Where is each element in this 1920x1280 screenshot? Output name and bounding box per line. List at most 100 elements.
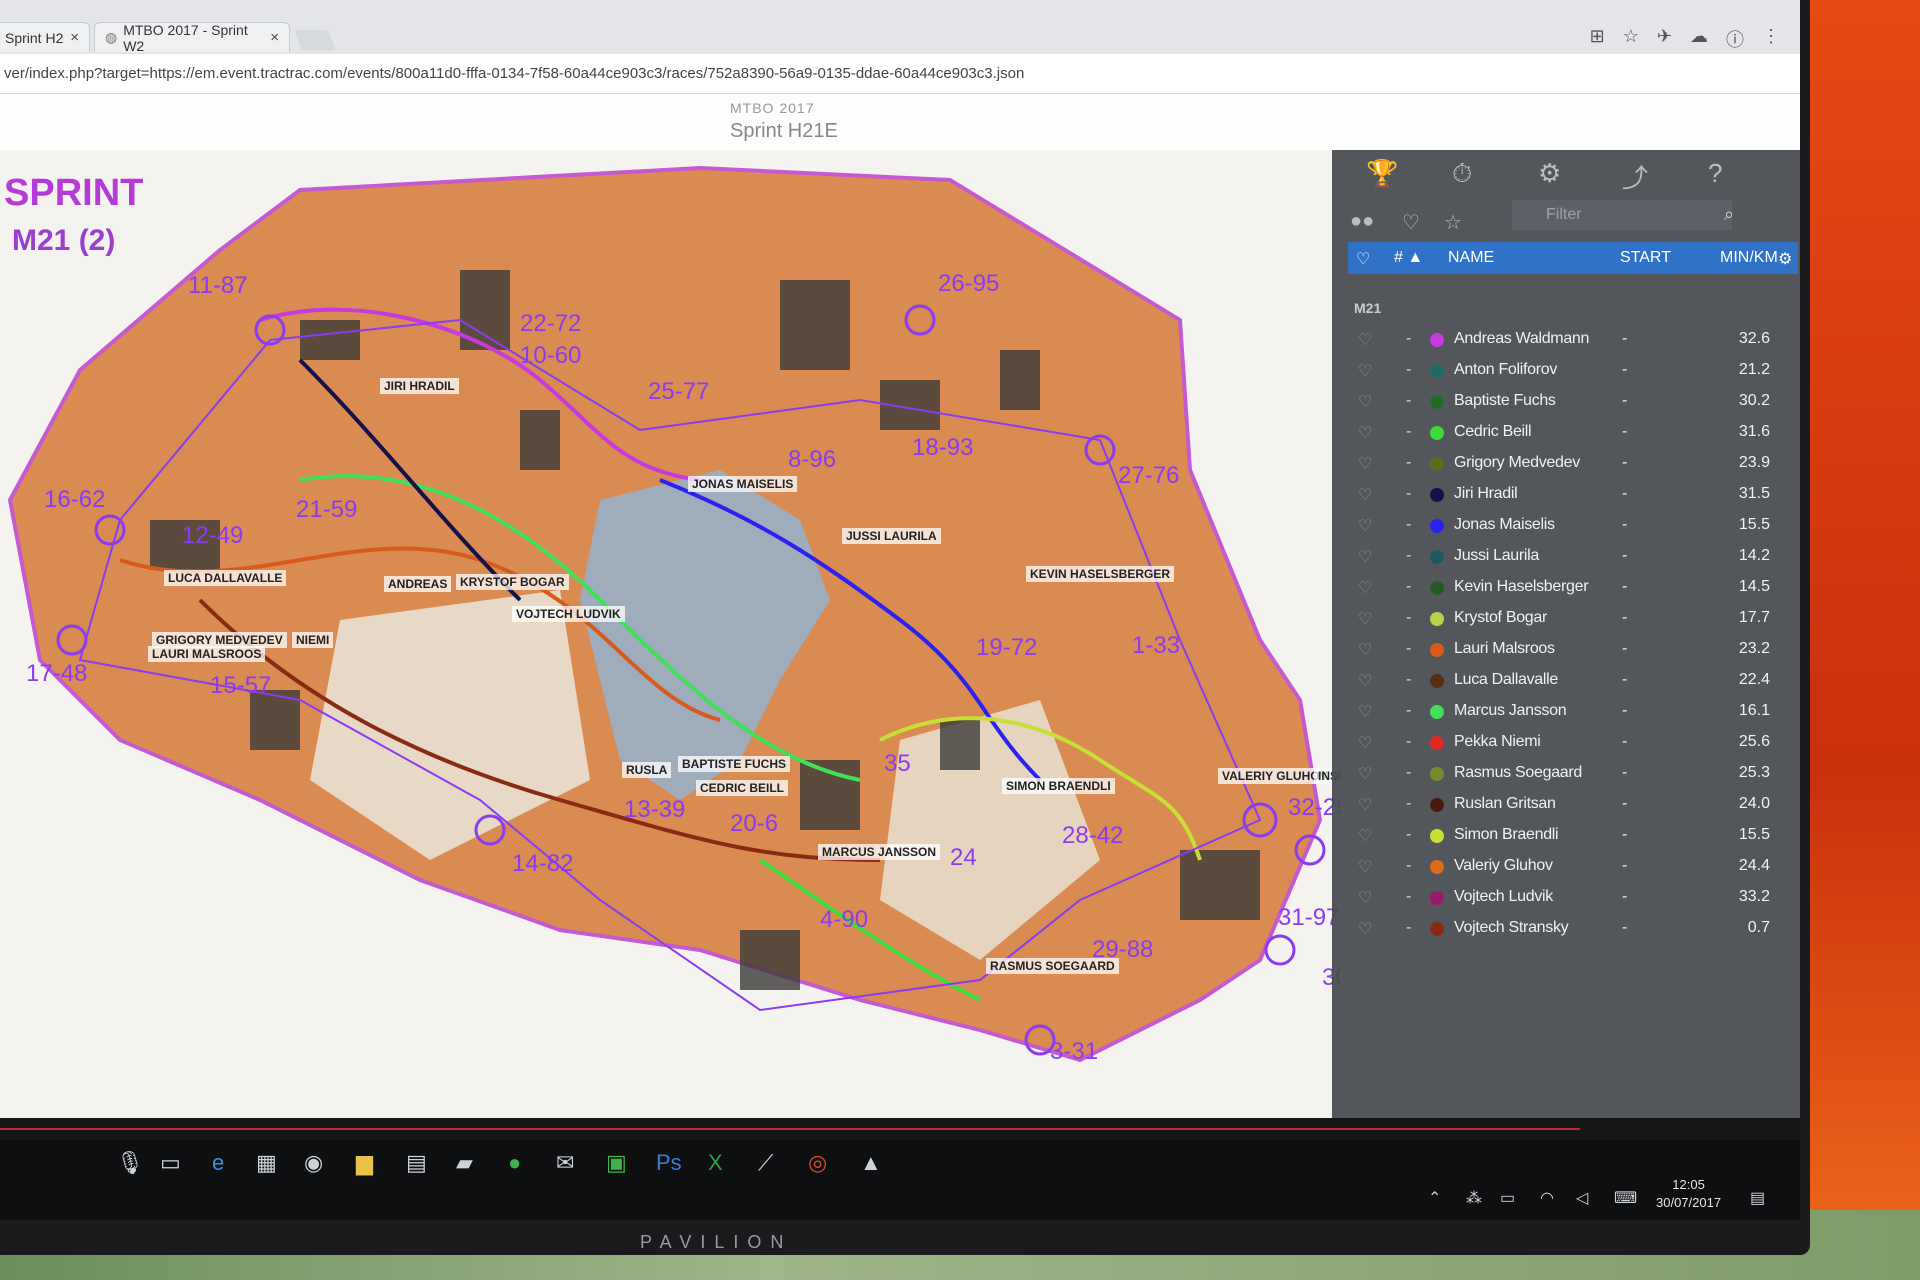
address-bar[interactable]: ver/index.php?target=https://em.event.tr… <box>0 54 1800 94</box>
runner-row[interactable]: ♡ - Jussi Laurila - 14.2 <box>1348 543 1798 573</box>
menu-icon[interactable]: ⋮ <box>1762 26 1780 52</box>
network-tray-icon[interactable]: ⁂ <box>1466 1188 1482 1208</box>
share-icon[interactable]: ⤴ <box>1622 158 1648 195</box>
star-icon[interactable]: ☆ <box>1444 210 1462 235</box>
battery-icon[interactable]: ▭ <box>1500 1188 1515 1208</box>
filter-input[interactable]: Filter <box>1512 200 1732 230</box>
runner-label[interactable]: KRYSTOF BOGAR <box>456 574 569 590</box>
favorite-heart-icon[interactable]: ♡ <box>1358 919 1372 939</box>
runner-label[interactable]: MARCUS JANSSON <box>818 844 941 860</box>
column-header-name[interactable]: NAME <box>1448 249 1494 267</box>
favorite-heart-icon[interactable]: ♡ <box>1358 423 1372 443</box>
orienteering-map[interactable]: 11-87 22-72 10-60 26-95 25-77 8-96 18-93… <box>0 150 1340 1118</box>
chevron-up-icon[interactable]: ⌃ <box>1428 1188 1441 1208</box>
notification-icon[interactable]: ▤ <box>1750 1188 1765 1208</box>
search-icon[interactable]: ⌕ <box>1724 204 1734 225</box>
favorite-heart-icon[interactable]: ♡ <box>1358 547 1372 567</box>
favorite-heart-icon[interactable]: ♡ <box>1358 795 1372 815</box>
calculator-icon[interactable]: ▤ <box>406 1150 427 1176</box>
close-icon[interactable]: × <box>70 29 79 46</box>
favorite-heart-icon[interactable]: ♡ <box>1358 609 1372 629</box>
runner-row[interactable]: ♡ - Kevin Haselsberger - 14.5 <box>1348 574 1798 604</box>
star-icon[interactable]: ☆ <box>1623 26 1639 52</box>
favorite-heart-icon[interactable]: ♡ <box>1358 857 1372 877</box>
favorite-heart-icon[interactable]: ♡ <box>1358 454 1372 474</box>
runner-label[interactable]: RASMUS SOEGAARD <box>986 958 1119 974</box>
system-clock[interactable]: 12:05 30/07/2017 <box>1656 1176 1721 1212</box>
stopwatch-icon[interactable]: ⏱ <box>1452 158 1472 190</box>
gear-icon[interactable]: ⚙ <box>1538 158 1561 189</box>
runner-row[interactable]: ♡ - Pekka Niemi - 25.6 <box>1348 729 1798 759</box>
settings-icon[interactable]: ⚙ <box>1778 249 1792 269</box>
replay-timeline[interactable] <box>0 1118 1800 1140</box>
help-icon[interactable]: ? <box>1708 158 1722 189</box>
edge-icon[interactable]: e <box>212 1150 224 1176</box>
favorite-heart-icon[interactable]: ♡ <box>1358 485 1372 505</box>
runner-row[interactable]: ♡ - Vojtech Stransky - 0.7 <box>1348 915 1798 945</box>
microphone-icon[interactable]: 🎙 <box>116 1150 144 1176</box>
heart-icon[interactable]: ♡ <box>1402 210 1420 235</box>
favorite-heart-icon[interactable]: ♡ <box>1358 392 1372 412</box>
toggle-icon[interactable]: ●● <box>1350 210 1374 233</box>
runner-label[interactable]: NIEMI <box>292 632 334 648</box>
browser-tab-sprint-w2[interactable]: ◍ MTBO 2017 - Sprint W2 × <box>94 22 290 54</box>
translate-icon[interactable]: ⊞ <box>1590 26 1605 52</box>
runner-row[interactable]: ♡ - Anton Foliforov - 21.2 <box>1348 357 1798 387</box>
runner-row[interactable]: ♡ - Baptiste Fuchs - 30.2 <box>1348 388 1798 418</box>
photos-icon[interactable]: ▲ <box>860 1150 882 1176</box>
runner-row[interactable]: ♡ - Ruslan Gritsan - 24.0 <box>1348 791 1798 821</box>
calendar-icon[interactable]: ▦ <box>256 1150 277 1176</box>
mail-icon[interactable]: ✉ <box>556 1150 574 1176</box>
runner-row[interactable]: ♡ - Vojtech Ludvik - 33.2 <box>1348 884 1798 914</box>
favorite-heart-icon[interactable]: ♡ <box>1358 671 1372 691</box>
runner-row[interactable]: ♡ - Grigory Medvedev - 23.9 <box>1348 450 1798 480</box>
runner-row[interactable]: ♡ - Krystof Bogar - 17.7 <box>1348 605 1798 635</box>
favorite-heart-icon[interactable]: ♡ <box>1358 640 1372 660</box>
photoshop-icon[interactable]: Ps <box>656 1150 682 1176</box>
runner-label[interactable]: JUSSI LAURILA <box>842 528 941 544</box>
runner-label[interactable]: SIMON BRAENDLI <box>1002 778 1115 794</box>
keyboard-icon[interactable]: ⌨ <box>1614 1188 1637 1208</box>
runner-row[interactable]: ♡ - Valeriy Gluhov - 24.4 <box>1348 853 1798 883</box>
runner-label[interactable]: RUSLA <box>622 762 672 778</box>
column-header-number[interactable]: # ▲ <box>1394 249 1423 267</box>
column-header-start[interactable]: START <box>1620 249 1671 267</box>
favorite-heart-icon[interactable]: ♡ <box>1358 361 1372 381</box>
favorite-heart-icon[interactable]: ♡ <box>1358 733 1372 753</box>
runner-row[interactable]: ♡ - Simon Braendli - 15.5 <box>1348 822 1798 852</box>
cloud-icon[interactable]: ☁ <box>1690 26 1708 52</box>
runner-row[interactable]: ♡ - Andreas Waldmann - 32.6 <box>1348 326 1798 356</box>
runner-label[interactable]: CEDRIC BEILL <box>696 780 788 796</box>
column-header-pace[interactable]: MIN/KM <box>1720 249 1778 267</box>
trophy-icon[interactable]: 🏆 <box>1366 158 1398 189</box>
runner-row[interactable]: ♡ - Jiri Hradil - 31.5 <box>1348 481 1798 511</box>
favorite-heart-icon[interactable]: ♡ <box>1358 826 1372 846</box>
runner-row[interactable]: ♡ - Lauri Malsroos - 23.2 <box>1348 636 1798 666</box>
favorite-heart-icon[interactable]: ♡ <box>1358 578 1372 598</box>
runner-row[interactable]: ♡ - Jonas Maiselis - 15.5 <box>1348 512 1798 542</box>
runner-label[interactable]: JIRI HRADIL <box>380 378 459 394</box>
folder-icon[interactable]: ▆ <box>356 1150 373 1176</box>
favorite-heart-icon[interactable]: ♡ <box>1358 330 1372 350</box>
wifi-icon[interactable]: ◠ <box>1540 1188 1554 1208</box>
browser-tab-sprint-h2[interactable]: Sprint H2 × <box>0 22 90 52</box>
excel-icon[interactable]: X <box>708 1150 723 1176</box>
runner-row[interactable]: ♡ - Marcus Jansson - 16.1 <box>1348 698 1798 728</box>
close-icon[interactable]: × <box>270 29 279 46</box>
runner-label[interactable]: KEVIN HASELSBERGER <box>1026 566 1175 582</box>
runner-label[interactable]: LAURI MALSROOS <box>148 646 266 662</box>
info-icon[interactable]: ⓘ <box>1726 26 1744 52</box>
notepad-icon[interactable]: ▰ <box>456 1150 473 1176</box>
favorite-heart-icon[interactable]: ♡ <box>1358 764 1372 784</box>
feather-icon[interactable]: ⟋ <box>758 1150 773 1176</box>
chrome-icon[interactable]: ◎ <box>808 1150 827 1176</box>
favorite-heart-icon[interactable]: ♡ <box>1358 516 1372 536</box>
runner-label[interactable]: VOJTECH LUDVIK <box>512 606 625 622</box>
favorite-heart-icon[interactable]: ♡ <box>1358 888 1372 908</box>
runner-label[interactable]: JONAS MAISELIS <box>688 476 798 492</box>
chat-icon[interactable]: ● <box>508 1150 521 1176</box>
runner-row[interactable]: ♡ - Cedric Beill - 31.6 <box>1348 419 1798 449</box>
runner-label[interactable]: ANDREAS <box>384 576 452 592</box>
runner-label[interactable]: LUCA DALLAVALLE <box>164 570 287 586</box>
task-view-icon[interactable]: ▭ <box>160 1150 181 1176</box>
